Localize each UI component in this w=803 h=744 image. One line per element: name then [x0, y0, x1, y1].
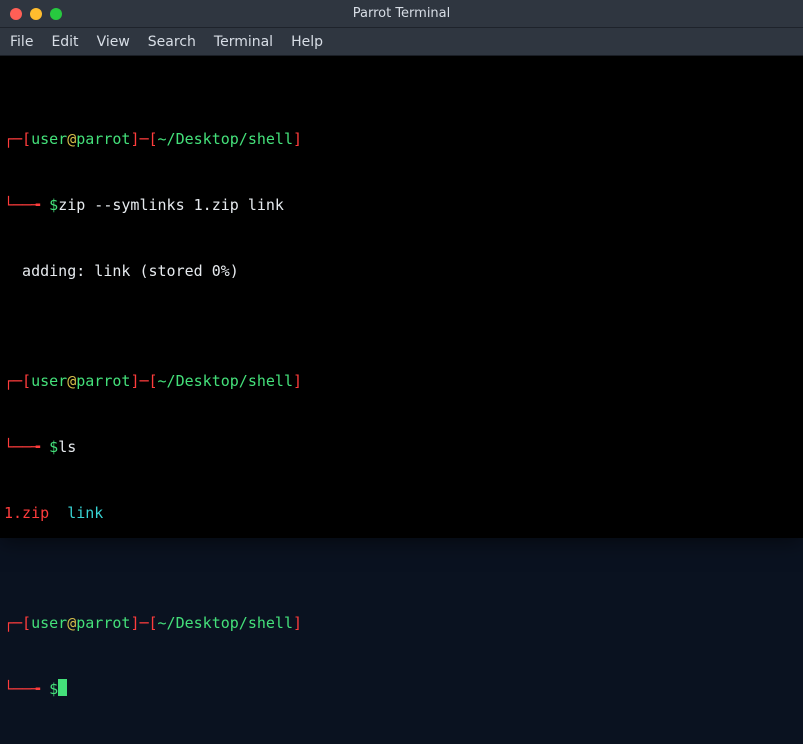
prompt-line2: └──╼ $zip --symlinks 1.zip link	[4, 194, 799, 216]
prompt-bracket: ┌─[	[4, 130, 31, 148]
prompt-line: ┌─[user@parrot]─[~/Desktop/shell]	[4, 370, 799, 392]
prompt-at: @	[67, 614, 76, 632]
prompt-bracket: ]─[	[130, 130, 157, 148]
output-text: adding: link (stored 0%)	[4, 262, 239, 280]
prompt-bracket: ]─[	[130, 372, 157, 390]
prompt-bracket: ]─[	[130, 614, 157, 632]
menu-help[interactable]: Help	[291, 34, 323, 50]
terminal-body[interactable]: ┌─[user@parrot]─[~/Desktop/shell] └──╼ $…	[0, 56, 803, 538]
prompt-dollar: $	[49, 680, 58, 698]
prompt-path: ~/Desktop/shell	[158, 130, 293, 148]
prompt-arrow: └──╼	[4, 438, 49, 456]
prompt-at: @	[67, 130, 76, 148]
command-text: ls	[58, 438, 76, 456]
prompt-path: ~/Desktop/shell	[158, 614, 293, 632]
prompt-bracket: ]	[293, 130, 302, 148]
prompt-path: ~/Desktop/shell	[158, 372, 293, 390]
window-controls	[0, 8, 62, 20]
menubar: File Edit View Search Terminal Help	[0, 28, 803, 56]
prompt-user: user	[31, 614, 67, 632]
prompt-line: ┌─[user@parrot]─[~/Desktop/shell]	[4, 612, 799, 634]
titlebar[interactable]: Parrot Terminal	[0, 0, 803, 28]
prompt-user: user	[31, 130, 67, 148]
prompt-dollar: $	[49, 438, 58, 456]
minimize-icon[interactable]	[30, 8, 42, 20]
ls-output: 1.zip link	[4, 502, 799, 524]
prompt-at: @	[67, 372, 76, 390]
prompt-dollar: $	[49, 196, 58, 214]
prompt-bracket: ┌─[	[4, 614, 31, 632]
maximize-icon[interactable]	[50, 8, 62, 20]
prompt-bracket: ┌─[	[4, 372, 31, 390]
ls-item-zip: 1.zip	[4, 504, 49, 522]
prompt-bracket: ]	[293, 372, 302, 390]
prompt-arrow: └──╼	[4, 196, 49, 214]
prompt-bracket: ]	[293, 614, 302, 632]
output-line: adding: link (stored 0%)	[4, 260, 799, 282]
ls-item-link: link	[67, 504, 103, 522]
command-text: zip --symlinks 1.zip link	[58, 196, 284, 214]
ls-sep	[49, 504, 67, 522]
window-title: Parrot Terminal	[0, 6, 803, 21]
prompt-host: parrot	[76, 614, 130, 632]
prompt-line: ┌─[user@parrot]─[~/Desktop/shell]	[4, 128, 799, 150]
prompt-user: user	[31, 372, 67, 390]
menu-terminal[interactable]: Terminal	[214, 34, 273, 50]
menu-view[interactable]: View	[97, 34, 130, 50]
prompt-host: parrot	[76, 372, 130, 390]
menu-search[interactable]: Search	[148, 34, 196, 50]
menu-edit[interactable]: Edit	[51, 34, 78, 50]
close-icon[interactable]	[10, 8, 22, 20]
terminal-window: Parrot Terminal File Edit View Search Te…	[0, 0, 803, 538]
prompt-line2: └──╼ $	[4, 678, 799, 700]
cursor-block	[58, 679, 67, 696]
prompt-host: parrot	[76, 130, 130, 148]
prompt-line2: └──╼ $ls	[4, 436, 799, 458]
prompt-arrow: └──╼	[4, 680, 49, 698]
menu-file[interactable]: File	[10, 34, 33, 50]
